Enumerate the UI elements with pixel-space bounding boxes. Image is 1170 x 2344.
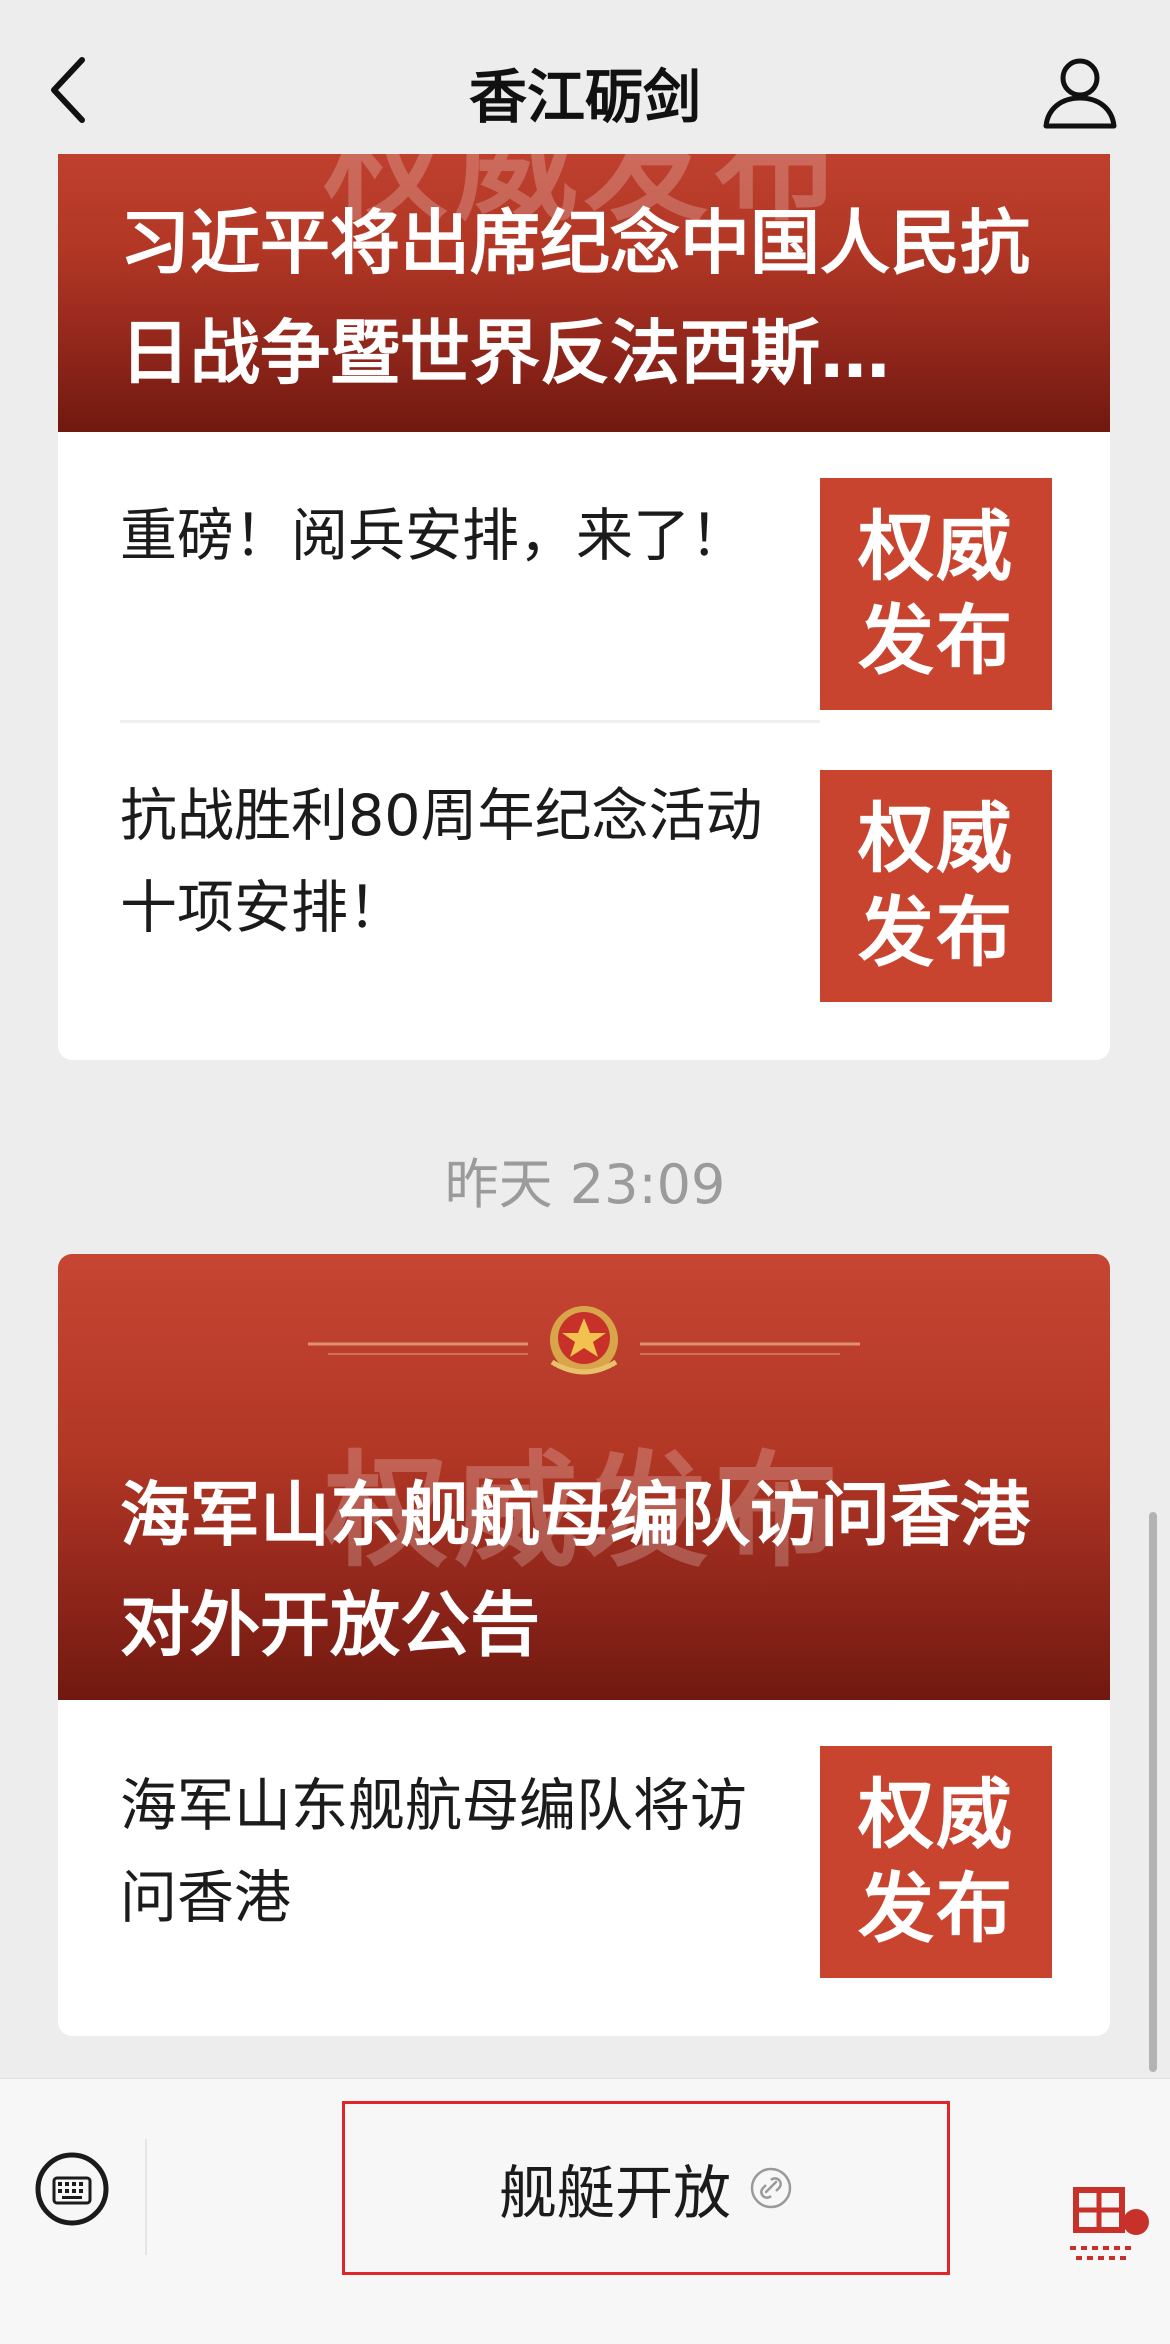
- item-divider: [120, 720, 820, 723]
- thumbnail-text: 权威: [858, 794, 1014, 883]
- top-nav-bar: 香江砺剑: [0, 0, 1170, 154]
- article-thumbnail: 权威 发布: [820, 478, 1052, 710]
- cover-banner[interactable]: 权威发布 海军山东舰航母编队访问香港对外开放公告: [58, 1254, 1110, 1700]
- link-icon: [750, 2167, 792, 2209]
- article-card[interactable]: 权威发布 习近平将出席纪念中国人民抗日战争暨世界反法西斯… 重磅！阅兵安排，来了…: [58, 100, 1110, 1060]
- bottom-menu-bar: 舰艇开放: [0, 2078, 1170, 2344]
- menu-button-ship-open-day[interactable]: 舰艇开放: [342, 2101, 950, 2275]
- bar-separator: [145, 2139, 147, 2255]
- user-icon[interactable]: [1040, 54, 1120, 130]
- cover-title[interactable]: 海军山东舰航母编队访问香港对外开放公告: [120, 1460, 1080, 1680]
- app-watermark-logo-icon: [1070, 2187, 1149, 2260]
- sub-article-title[interactable]: 重磅！阅兵安排，来了！: [120, 490, 800, 582]
- thumbnail-text: 发布: [858, 596, 1014, 685]
- sub-article-title[interactable]: 抗战胜利80周年纪念活动十项安排！: [120, 770, 800, 954]
- page-title: 香江砺剑: [468, 63, 701, 131]
- sub-article-title[interactable]: 海军山东舰航母编队将访问香港: [120, 1760, 800, 1944]
- sub-article-item[interactable]: 海军山东舰航母编队将访问香港 权威 发布: [58, 1700, 1110, 1992]
- sub-article-item[interactable]: 抗战胜利80周年纪念活动十项安排！ 权威 发布: [58, 724, 1110, 1016]
- sub-article-item[interactable]: 重磅！阅兵安排，来了！ 权威 发布: [58, 432, 1110, 724]
- article-card[interactable]: 权威发布 海军山东舰航母编队访问香港对外开放公告 海军山东舰航母编队将访问香港 …: [58, 1254, 1110, 2036]
- article-thumbnail: 权威 发布: [820, 1746, 1052, 1978]
- menu-button-label: 舰艇开放: [498, 2159, 731, 2227]
- keyboard-icon[interactable]: [34, 2151, 110, 2227]
- thumbnail-text: 发布: [858, 1864, 1014, 1953]
- article-thumbnail: 权威 发布: [820, 770, 1052, 1002]
- thumbnail-text: 发布: [858, 888, 1014, 977]
- message-timestamp: 昨天 23:09: [444, 1153, 726, 1216]
- thumbnail-text: 权威: [858, 502, 1014, 591]
- army-emblem-icon: [308, 1306, 860, 1375]
- thumbnail-text: 权威: [858, 1770, 1014, 1859]
- cover-title[interactable]: 习近平将出席纪念中国人民抗日战争暨世界反法西斯…: [120, 188, 1080, 408]
- scrollbar[interactable]: [1149, 1512, 1157, 2072]
